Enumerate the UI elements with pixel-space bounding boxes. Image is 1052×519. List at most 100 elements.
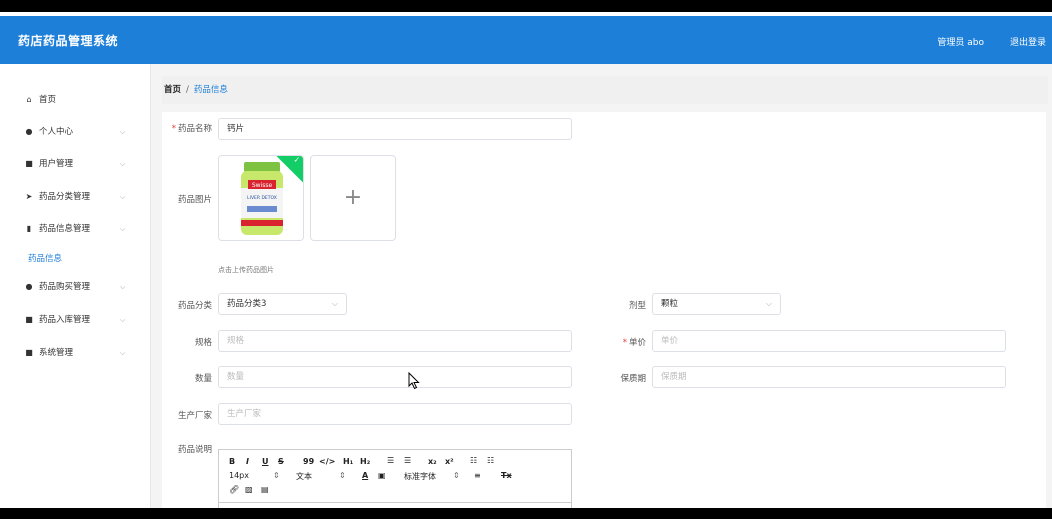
h1-button[interactable]: H₁ [343, 457, 353, 466]
screen-top-border [0, 0, 1052, 12]
align-icon[interactable]: ≡ [474, 471, 481, 480]
check-icon: ✓ [293, 155, 301, 165]
breadcrumb: 首页 / 药品信息 [162, 76, 1048, 104]
spec-label: 规格 [194, 338, 212, 348]
grid-icon: ■ [25, 348, 33, 357]
chevron-up-down-icon: ⇕ [453, 471, 460, 480]
maker-input[interactable]: 生产厂家 [218, 403, 572, 425]
underline-button[interactable]: U [262, 457, 269, 466]
mouse-cursor-icon [408, 372, 420, 390]
superscript-button[interactable]: x² [445, 457, 454, 466]
chevron-up-down-icon: ⇕ [273, 471, 280, 480]
name-input[interactable]: 钙片 [218, 118, 572, 140]
svg-text:LIVER DETOX: LIVER DETOX [247, 195, 277, 201]
svg-text:Swisse: Swisse [252, 182, 273, 189]
sidebar-item-label: 药品入库管理 [39, 315, 91, 325]
shelf-life-label: 保质期 [620, 374, 646, 384]
chevron-down-icon: ⌵ [120, 225, 126, 233]
breadcrumb-separator: / [186, 85, 189, 95]
bullet-list-icon[interactable]: ☰ [404, 456, 411, 465]
app-header: 药店药品管理系统 管理员 abo 退出登录 [0, 16, 1052, 64]
chevron-down-icon: ⌵ [120, 193, 126, 201]
strike-button[interactable]: S [278, 457, 284, 466]
dosage-select[interactable]: 颗粒 ⌵ [652, 293, 781, 315]
required-mark: * [171, 124, 176, 134]
code-button[interactable]: </> [319, 457, 335, 466]
background-color-icon[interactable]: ▣ [378, 471, 386, 480]
breadcrumb-home[interactable]: 首页 [164, 85, 181, 95]
sidebar-subitem-drug-info[interactable]: 药品信息 [28, 251, 62, 267]
dosage-selected-value: 颗粒 [661, 299, 679, 309]
sidebar-item-drug-info[interactable]: ▮ 药品信息管理 ⌵ [0, 219, 150, 239]
plus-icon: + [343, 185, 363, 210]
app-title: 药店药品管理系统 [18, 34, 119, 48]
bold-button[interactable]: B [229, 457, 235, 466]
font-size-select[interactable]: 14px [229, 471, 249, 480]
video-icon[interactable]: ▤ [261, 485, 269, 494]
sidebar-item-profile[interactable]: ● 个人中心 ⌵ [0, 122, 150, 142]
h2-button[interactable]: H₂ [360, 457, 370, 466]
user-icon: ● [25, 282, 33, 291]
upload-hint: 点击上传药品图片 [218, 266, 274, 274]
sidebar-item-category[interactable]: ➤ 药品分类管理 ⌵ [0, 187, 150, 207]
sidebar-item-home[interactable]: ⌂ 首页 [0, 90, 150, 110]
chevron-down-icon: ⌵ [120, 128, 126, 136]
grid-icon: ■ [25, 159, 33, 168]
qty-input[interactable]: 数量 [218, 366, 572, 388]
drug-form: * 药品名称 钙片 药品图片 Swisse LIVER DETOX ✓ + 点击… [162, 112, 1046, 508]
main-content: 首页 / 药品信息 * 药品名称 钙片 药品图片 Swisse LIVER DETOX [151, 64, 1052, 508]
shelf-life-input[interactable]: 保质期 [652, 366, 1006, 388]
link-icon[interactable]: 🔗︎ [229, 485, 239, 494]
sidebar-item-stock-in[interactable]: ■ 药品入库管理 ⌵ [0, 310, 150, 330]
grid-icon: ■ [25, 315, 33, 324]
subscript-button[interactable]: x₂ [428, 457, 437, 466]
send-icon: ➤ [25, 192, 33, 201]
chevron-down-icon: ⌵ [331, 299, 338, 308]
quote-button[interactable]: 99 [303, 457, 314, 466]
app-window: 药店药品管理系统 管理员 abo 退出登录 ⌂ 首页 ● 个人中心 ⌵ ■ 用户… [0, 12, 1052, 508]
sidebar-item-system[interactable]: ■ 系统管理 ⌵ [0, 343, 150, 363]
image-icon[interactable]: ▨ [245, 485, 253, 494]
price-label: * 单价 [622, 338, 646, 348]
chevron-down-icon: ⌵ [120, 349, 126, 357]
required-mark: * [622, 338, 627, 348]
sidebar: ⌂ 首页 ● 个人中心 ⌵ ■ 用户管理 ⌵ ➤ 药品分类管理 ⌵ ▮ 药品信息… [0, 64, 151, 508]
breadcrumb-current: 药品信息 [193, 85, 228, 95]
name-label: * 药品名称 [171, 124, 212, 134]
user-icon: ● [25, 127, 33, 136]
rich-text-editor[interactable]: B I U S 99 </> H₁ H₂ ☰ ☰ x₂ x² ☷ ☷ 14px … [218, 449, 572, 508]
qty-label: 数量 [194, 374, 212, 384]
ordered-list-icon[interactable]: ☰ [387, 456, 394, 465]
current-user: 管理员 abo [937, 38, 984, 48]
chevron-up-down-icon: ⇕ [339, 471, 346, 480]
chevron-down-icon: ⌵ [120, 283, 126, 291]
sidebar-item-users[interactable]: ■ 用户管理 ⌵ [0, 154, 150, 174]
home-icon: ⌂ [26, 95, 32, 104]
sidebar-item-label: 药品购买管理 [39, 282, 91, 292]
sidebar-item-label: 用户管理 [39, 159, 74, 169]
italic-button[interactable]: I [246, 457, 249, 466]
sidebar-item-label: 个人中心 [39, 127, 74, 137]
category-select[interactable]: 药品分类3 ⌵ [218, 293, 347, 315]
logout-link[interactable]: 退出登录 [1010, 35, 1046, 48]
image-label: 药品图片 [177, 195, 212, 205]
desc-label: 药品说明 [177, 445, 212, 455]
font-color-icon[interactable]: A [362, 471, 368, 480]
sidebar-item-label: 药品分类管理 [39, 192, 91, 202]
chevron-down-icon: ⌵ [120, 316, 126, 324]
text-style-select[interactable]: 文本 [296, 471, 312, 482]
maker-label: 生产厂家 [177, 411, 212, 421]
clear-format-button[interactable]: Tx [501, 471, 512, 480]
sidebar-item-purchase[interactable]: ● 药品购买管理 ⌵ [0, 277, 150, 297]
chevron-down-icon: ⌵ [765, 299, 772, 308]
document-icon: ▮ [26, 224, 32, 233]
outdent-icon[interactable]: ☷ [470, 456, 477, 465]
price-input[interactable]: 单价 [652, 330, 1006, 352]
sidebar-item-label: 首页 [39, 95, 57, 105]
category-label: 药品分类 [177, 301, 212, 311]
spec-input[interactable]: 规格 [218, 330, 572, 352]
indent-icon[interactable]: ☷ [487, 456, 494, 465]
upload-image-button[interactable]: + [310, 155, 396, 241]
uploaded-image[interactable]: Swisse LIVER DETOX ✓ [218, 155, 304, 241]
font-family-select[interactable]: 标准字体 [404, 471, 436, 482]
